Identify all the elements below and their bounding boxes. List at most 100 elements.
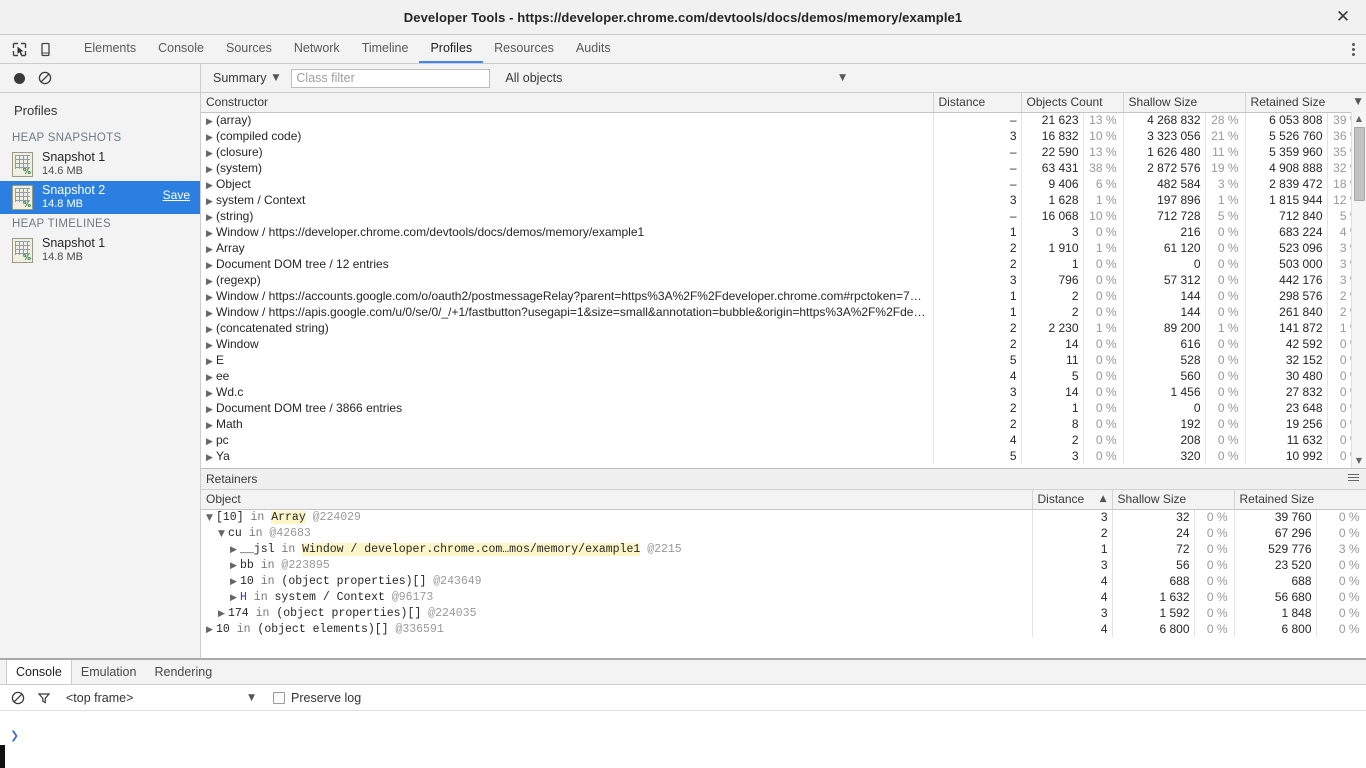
expand-triangle-icon[interactable]: ▶ <box>206 149 216 159</box>
expand-triangle-icon[interactable]: ▼ <box>206 513 216 523</box>
tab-sources[interactable]: Sources <box>215 35 283 63</box>
column-object[interactable]: Object <box>201 490 1032 509</box>
table-row[interactable]: ▶Ya530 %3200 %10 9920 % <box>201 448 1366 464</box>
expand-triangle-icon[interactable]: ▶ <box>206 181 216 191</box>
table-row[interactable]: ▶Window2140 %6160 %42 5920 % <box>201 336 1366 352</box>
objects-filter-select[interactable]: All objects ▼ <box>505 71 1366 85</box>
filter-icon[interactable] <box>32 686 56 710</box>
column-retainer-retained-size[interactable]: Retained Size <box>1234 490 1366 509</box>
table-row[interactable]: ▶ee450 %5600 %30 4800 % <box>201 368 1366 384</box>
table-row[interactable]: ▼cu in @426832240 %67 2960 % <box>201 525 1366 541</box>
table-row[interactable]: ▶(compiled code)316 83210 %3 323 05621 %… <box>201 128 1366 144</box>
table-row[interactable]: ▶174 in (object properties)[] @22403531 … <box>201 605 1366 621</box>
expand-triangle-icon[interactable]: ▶ <box>206 405 216 415</box>
preserve-log-checkbox[interactable] <box>273 692 285 704</box>
expand-triangle-icon[interactable]: ▶ <box>206 213 216 223</box>
sidebar-item-timeline-snapshot-1[interactable]: % Snapshot 1 14.8 MB <box>0 234 200 267</box>
column-retainer-shallow-size[interactable]: Shallow Size <box>1112 490 1234 509</box>
table-row[interactable]: ▶pc420 %2080 %11 6320 % <box>201 432 1366 448</box>
column-retained-size[interactable]: Retained Size ▼ <box>1245 93 1366 112</box>
table-row[interactable]: ▶Window / https://accounts.google.com/o/… <box>201 288 1366 304</box>
close-icon[interactable]: ✕ <box>1320 0 1366 34</box>
expand-triangle-icon[interactable]: ▶ <box>206 373 216 383</box>
table-row[interactable]: ▶Window / https://apis.google.com/u/0/se… <box>201 304 1366 320</box>
constructor-grid-scrollbar[interactable]: ▲ ▼ <box>1351 112 1366 468</box>
record-icon[interactable] <box>6 65 32 91</box>
expand-triangle-icon[interactable]: ▶ <box>230 561 240 571</box>
more-options-icon[interactable] <box>1340 35 1366 63</box>
expand-triangle-icon[interactable]: ▶ <box>206 309 216 319</box>
tab-profiles[interactable]: Profiles <box>419 35 483 63</box>
expand-triangle-icon[interactable]: ▶ <box>206 293 216 303</box>
expand-triangle-icon[interactable]: ▶ <box>206 117 216 127</box>
table-row[interactable]: ▶__jsl in Window / developer.chrome.com…… <box>201 541 1366 557</box>
tab-resources[interactable]: Resources <box>483 35 565 63</box>
column-retainer-distance[interactable]: Distance ▲ <box>1032 490 1112 509</box>
table-row[interactable]: ▶(string)–16 06810 %712 7285 %712 8405 % <box>201 208 1366 224</box>
table-row[interactable]: ▶Object–9 4066 %482 5843 %2 839 47218 % <box>201 176 1366 192</box>
expand-triangle-icon[interactable]: ▶ <box>206 357 216 367</box>
table-row[interactable]: ▶10 in (object properties)[] @2436494688… <box>201 573 1366 589</box>
table-row[interactable]: ▶Document DOM tree / 3866 entries210 %00… <box>201 400 1366 416</box>
class-filter-input[interactable] <box>291 69 490 88</box>
column-objects-count[interactable]: Objects Count <box>1021 93 1123 112</box>
table-row[interactable]: ▼[10] in Array @2240293320 %39 7600 % <box>201 509 1366 525</box>
column-shallow-size[interactable]: Shallow Size <box>1123 93 1245 112</box>
tab-timeline[interactable]: Timeline <box>351 35 420 63</box>
sidebar-item-snapshot-2[interactable]: % Snapshot 2 14.8 MB Save <box>0 181 200 214</box>
table-row[interactable]: ▶Document DOM tree / 12 entries210 %00 %… <box>201 256 1366 272</box>
save-snapshot-link[interactable]: Save <box>163 188 190 202</box>
expand-triangle-icon[interactable]: ▶ <box>206 133 216 143</box>
expand-triangle-icon[interactable]: ▼ <box>218 529 228 539</box>
console-output[interactable]: ❯ <box>0 711 1366 767</box>
expand-triangle-icon[interactable]: ▶ <box>206 453 216 463</box>
scrollbar-thumb[interactable] <box>1354 127 1365 201</box>
expand-triangle-icon[interactable]: ▶ <box>206 245 216 255</box>
expand-triangle-icon[interactable]: ▶ <box>206 625 216 635</box>
expand-triangle-icon[interactable]: ▶ <box>206 341 216 351</box>
table-row[interactable]: ▶(closure)–22 59013 %1 626 48011 %5 359 … <box>201 144 1366 160</box>
table-row[interactable]: ▶Wd.c3140 %1 4560 %27 8320 % <box>201 384 1366 400</box>
inspect-element-icon[interactable] <box>6 36 32 62</box>
column-constructor[interactable]: Constructor <box>201 93 933 112</box>
expand-triangle-icon[interactable]: ▶ <box>206 325 216 335</box>
table-row[interactable]: ▶Window / https://developer.chrome.com/d… <box>201 224 1366 240</box>
scrollbar-track[interactable] <box>1352 202 1366 454</box>
tab-network[interactable]: Network <box>283 35 351 63</box>
table-row[interactable]: ▶10 in (object elements)[] @33659146 800… <box>201 621 1366 637</box>
view-select[interactable]: Summary ▼ <box>211 69 281 87</box>
preserve-log-toggle[interactable]: Preserve log <box>273 691 361 705</box>
tab-elements[interactable]: Elements <box>73 35 147 63</box>
table-row[interactable]: ▶E5110 %5280 %32 1520 % <box>201 352 1366 368</box>
table-row[interactable]: ▶(system)–63 43138 %2 872 57619 %4 908 8… <box>201 160 1366 176</box>
clear-console-icon[interactable] <box>6 686 30 710</box>
tab-console[interactable]: Console <box>147 35 215 63</box>
table-row[interactable]: ▶(regexp)37960 %57 3120 %442 1763 % <box>201 272 1366 288</box>
table-row[interactable]: ▶Math280 %1920 %19 2560 % <box>201 416 1366 432</box>
drawer-tab-emulation[interactable]: Emulation <box>72 660 146 684</box>
expand-triangle-icon[interactable]: ▶ <box>230 545 240 555</box>
expand-triangle-icon[interactable]: ▶ <box>206 277 216 287</box>
expand-triangle-icon[interactable]: ▶ <box>230 577 240 587</box>
table-row[interactable]: ▶(concatenated string)22 2301 %89 2001 %… <box>201 320 1366 336</box>
tab-audits[interactable]: Audits <box>565 35 622 63</box>
expand-triangle-icon[interactable]: ▶ <box>206 261 216 271</box>
table-row[interactable]: ▶(array)–21 62313 %4 268 83228 %6 053 80… <box>201 112 1366 128</box>
table-row[interactable]: ▶bb in @2238953560 %23 5200 % <box>201 557 1366 573</box>
execution-context-select[interactable]: <top frame> ▼ <box>66 691 261 705</box>
expand-triangle-icon[interactable]: ▶ <box>206 437 216 447</box>
scroll-up-icon[interactable]: ▲ <box>1356 112 1362 126</box>
expand-triangle-icon[interactable]: ▶ <box>230 593 240 603</box>
table-row[interactable]: ▶system / Context31 6281 %197 8961 %1 81… <box>201 192 1366 208</box>
table-row[interactable]: ▶Array21 9101 %61 1200 %523 0963 % <box>201 240 1366 256</box>
expand-triangle-icon[interactable]: ▶ <box>206 229 216 239</box>
drawer-tab-rendering[interactable]: Rendering <box>145 660 221 684</box>
expand-triangle-icon[interactable]: ▶ <box>206 197 216 207</box>
drawer-tab-console[interactable]: Console <box>6 660 72 684</box>
menu-icon[interactable] <box>1348 474 1359 481</box>
table-row[interactable]: ▶H in system / Context @9617341 6320 %56… <box>201 589 1366 605</box>
device-toolbar-icon[interactable] <box>32 36 58 62</box>
expand-triangle-icon[interactable]: ▶ <box>206 421 216 431</box>
column-distance[interactable]: Distance <box>933 93 1021 112</box>
clear-icon[interactable] <box>32 65 58 91</box>
